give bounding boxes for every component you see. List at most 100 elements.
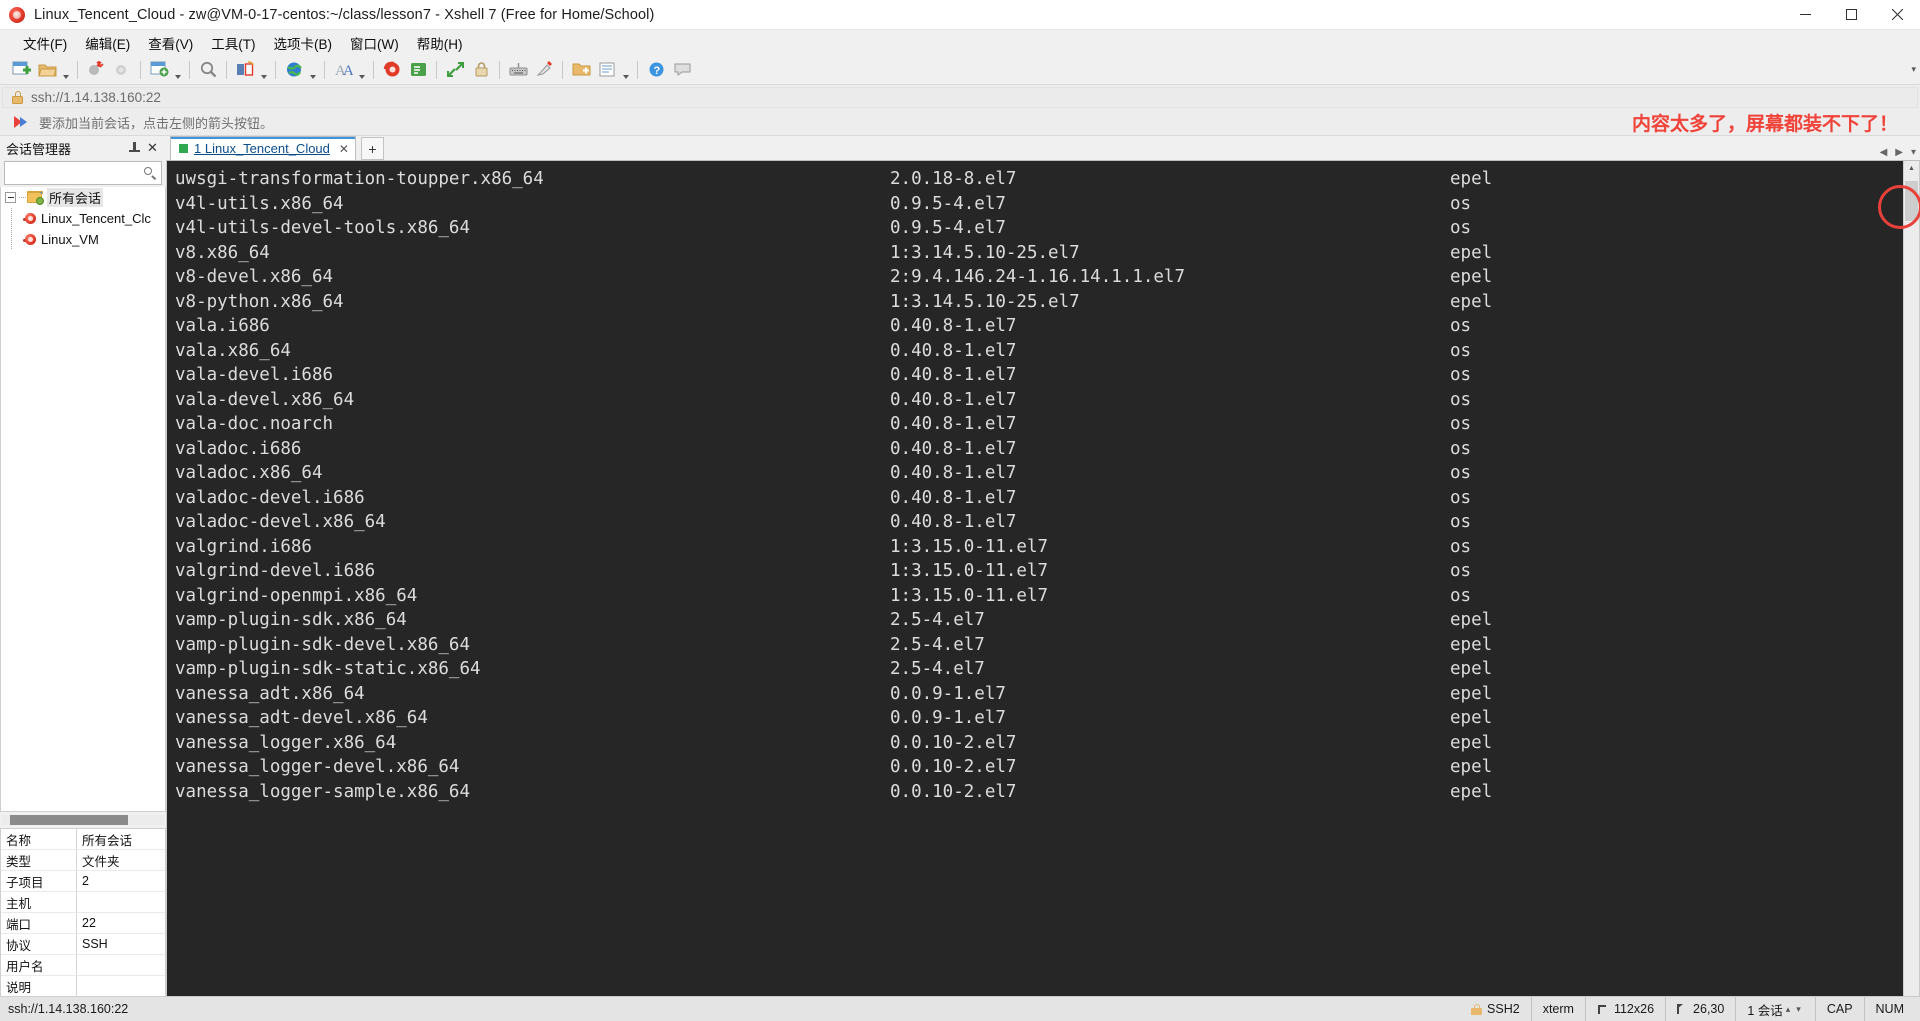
terminal-output[interactable]: uwsgi-transformation-toupper.x86_64 2.0.1…	[167, 161, 1903, 996]
tab-close-icon[interactable]: ✕	[339, 142, 349, 156]
file-transfer-dropdown[interactable]	[172, 55, 184, 84]
minimize-button[interactable]	[1782, 0, 1828, 29]
tab-menu-button[interactable]: ▾	[1911, 147, 1916, 158]
find-icon[interactable]	[195, 58, 221, 82]
new-session-icon[interactable]	[8, 58, 34, 82]
open-folder-dropdown[interactable]	[60, 55, 72, 84]
close-button[interactable]	[1874, 0, 1920, 29]
tree-node-linux-vm[interactable]: Linux_VM	[1, 229, 165, 250]
package-name: uwsgi-transformation-toupper.x86_64	[175, 169, 544, 189]
globe-dropdown[interactable]	[307, 55, 319, 84]
menu-tabs[interactable]: 选项卡(B)	[265, 31, 342, 55]
package-version: 0.9.5-4.el7	[890, 218, 1006, 238]
open-folder-icon[interactable]	[34, 58, 60, 82]
tab-prev-button[interactable]: ◀	[1880, 147, 1888, 158]
layout-icon[interactable]	[232, 58, 258, 82]
pin-icon[interactable]	[127, 141, 142, 156]
terminal-row: v8-python.x86_64 1:3.14.5.10-25.el7 epel	[175, 290, 1903, 315]
package-name: vala-devel.i686	[175, 365, 334, 385]
property-key: 主机	[1, 892, 77, 912]
help-icon[interactable]: ?	[643, 58, 669, 82]
package-version: 0.9.5-4.el7	[890, 193, 1006, 214]
menu-edit[interactable]: 编辑(E)	[76, 31, 139, 55]
package-repo: epel	[1450, 757, 1493, 777]
font-icon[interactable]: A A	[330, 58, 356, 82]
package-repo: epel	[1450, 732, 1493, 753]
toolbar-overflow-button[interactable]: ▾	[1911, 55, 1916, 84]
tab-next-button[interactable]: ▶	[1895, 147, 1903, 158]
terminal-wrapper: uwsgi-transformation-toupper.x86_64 2.0.1…	[166, 160, 1920, 997]
layout-dropdown[interactable]	[258, 55, 270, 84]
reconnect-icon[interactable]	[109, 58, 135, 82]
status-bar: ssh://1.14.138.160:22 SSH2 xterm 112x26 …	[0, 997, 1920, 1021]
annotation-text: 内容太多了，屏幕都装不下了！	[1631, 114, 1898, 135]
package-name: valadoc-devel.i686	[175, 487, 365, 508]
sidebar-horizontal-scrollbar[interactable]	[0, 812, 166, 828]
sessions-down-icon[interactable]: ▾	[1793, 1004, 1804, 1015]
scrollbar-thumb[interactable]	[10, 815, 128, 825]
xshell-icon[interactable]	[379, 58, 405, 82]
add-to-folder-icon[interactable]	[568, 58, 594, 82]
menu-view[interactable]: 查看(V)	[139, 31, 202, 55]
package-repo: os	[1450, 463, 1472, 483]
session-icon	[23, 212, 37, 226]
highlight-icon[interactable]	[531, 58, 557, 82]
tree-node-linux-tencent[interactable]: Linux_Tencent_Clc	[1, 208, 165, 229]
status-sessions[interactable]: 1 会话 ▴ ▾	[1735, 997, 1815, 1021]
new-file-transfer-icon[interactable]	[146, 58, 172, 82]
keyboard-icon[interactable]	[505, 58, 531, 82]
package-version: 0.40.8-1.el7	[890, 463, 1017, 483]
font-dropdown[interactable]	[356, 55, 368, 84]
package-repo: os	[1450, 365, 1472, 385]
package-repo: epel	[1450, 683, 1493, 704]
session-manager-title: 会话管理器	[6, 141, 72, 157]
address-value: ssh://1.14.138.160:22	[31, 90, 161, 105]
status-sessions-label: 1 会话	[1747, 1003, 1783, 1018]
package-version: 0.40.8-1.el7	[890, 487, 1017, 508]
scrollbar-thumb[interactable]	[1905, 181, 1918, 221]
property-value: 文件夹	[82, 854, 120, 869]
new-tab-button[interactable]: +	[360, 137, 384, 160]
scroll-up-icon[interactable]: ▲	[1904, 161, 1919, 176]
menu-tools[interactable]: 工具(T)	[202, 31, 264, 55]
sessions-up-icon[interactable]: ▴	[1783, 1004, 1794, 1015]
terminal-row: valadoc-devel.x86_64 0.40.8-1.el7 os	[175, 510, 1903, 535]
globe-icon[interactable]	[281, 58, 307, 82]
tree-node-all-sessions[interactable]: 所有会话	[1, 187, 165, 208]
disconnect-icon[interactable]	[83, 58, 109, 82]
menu-file[interactable]: 文件(F)	[14, 31, 76, 55]
package-repo: os	[1450, 340, 1472, 361]
svg-text:?: ?	[653, 65, 660, 77]
status-connection: ssh://1.14.138.160:22	[8, 1002, 129, 1016]
tab-status-indicator	[179, 144, 188, 153]
folder-icon	[27, 191, 44, 205]
package-name: vanessa_logger-sample.x86_64	[175, 781, 471, 802]
property-key: 子项目	[1, 871, 77, 891]
properties-dropdown[interactable]	[620, 55, 632, 84]
menu-window[interactable]: 窗口(W)	[341, 31, 408, 55]
package-name: valadoc-devel.x86_64	[175, 512, 386, 532]
status-num: NUM	[1863, 997, 1920, 1021]
maximize-button[interactable]	[1828, 0, 1874, 29]
status-caps: CAP	[1814, 997, 1864, 1021]
status-protocol-label: SSH2	[1487, 1002, 1520, 1016]
status-cursor-label: 26,30	[1693, 1002, 1725, 1016]
comment-icon[interactable]	[669, 58, 695, 82]
properties-icon[interactable]	[594, 58, 620, 82]
tab-linux-tencent-cloud[interactable]: 1 Linux_Tencent_Cloud ✕	[170, 136, 356, 160]
menu-help[interactable]: 帮助(H)	[408, 31, 472, 55]
package-name: vanessa_logger-devel.x86_64	[175, 757, 460, 777]
tree-expander-icon[interactable]	[5, 192, 16, 203]
package-repo: epel	[1450, 659, 1493, 679]
toolbar-divider	[373, 60, 374, 79]
session-search-input[interactable]	[4, 161, 162, 185]
address-input[interactable]: ssh://1.14.138.160:22	[2, 87, 1918, 108]
xftp-icon[interactable]	[405, 58, 431, 82]
terminal-scrollbar[interactable]: ▲	[1903, 161, 1919, 996]
close-icon[interactable]: ✕	[145, 140, 160, 156]
tab-navigation: ◀ ▶ ▾	[1880, 147, 1916, 158]
fullscreen-icon[interactable]	[442, 58, 468, 82]
package-repo: epel	[1450, 634, 1493, 655]
lock-icon[interactable]	[468, 58, 494, 82]
session-icon	[23, 233, 37, 247]
